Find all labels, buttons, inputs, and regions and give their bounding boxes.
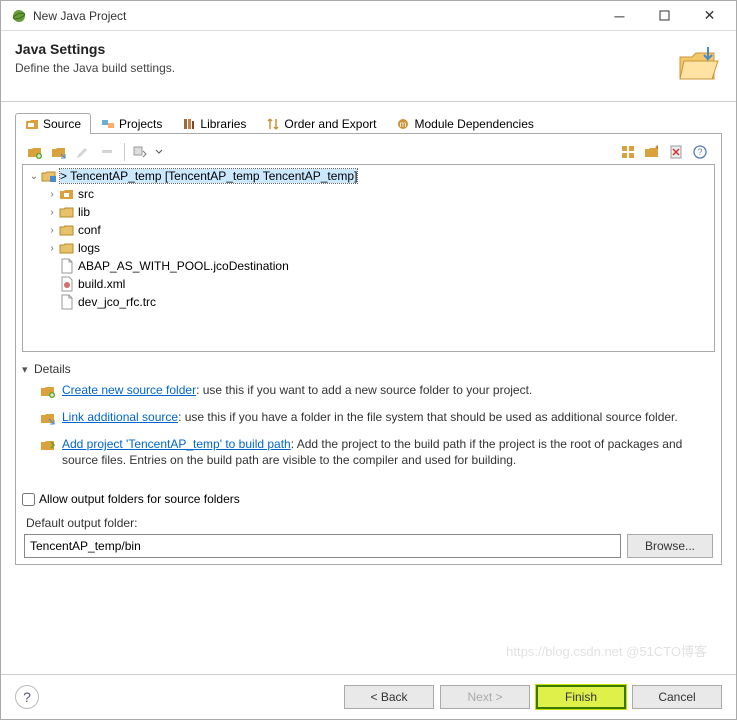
libraries-icon [182, 117, 196, 131]
detail-icon [40, 410, 56, 426]
default-output-input[interactable] [24, 534, 621, 558]
tree-item-label: build.xml [78, 277, 125, 291]
file-icon [59, 294, 75, 310]
tree-item-label: lib [78, 205, 90, 219]
chevron-down-icon: ▾ [22, 363, 34, 376]
tree-item-label: dev_jco_rfc.trc [78, 295, 156, 309]
tree-item[interactable]: › lib [27, 203, 710, 221]
detail-item: Add project 'TencentAP_temp' to build pa… [40, 436, 715, 468]
package-icon [59, 186, 75, 202]
help-icon[interactable]: ? [15, 685, 39, 709]
details-toggle[interactable]: ▾ Details [22, 362, 715, 376]
allow-output-folders-label[interactable]: Allow output folders for source folders [39, 492, 240, 506]
project-icon [41, 168, 57, 184]
expand-all-button[interactable] [617, 141, 639, 163]
page-subtitle: Define the Java build settings. [15, 61, 674, 75]
folder-icon [59, 204, 75, 220]
detail-icon [40, 437, 56, 453]
expand-icon[interactable]: › [45, 207, 59, 218]
tab-source[interactable]: Source [15, 113, 91, 134]
detail-item: Link additional source: use this if you … [40, 409, 715, 426]
tab-projects[interactable]: Projects [91, 113, 172, 134]
add-folder-button[interactable] [24, 141, 46, 163]
source-folder-icon [25, 117, 39, 131]
back-button[interactable]: < Back [344, 685, 434, 709]
browse-button[interactable]: Browse... [627, 534, 713, 558]
wizard-header: Java Settings Define the Java build sett… [1, 31, 736, 102]
tree-item-label: conf [78, 223, 101, 237]
help-button[interactable]: ? [689, 141, 711, 163]
expand-icon[interactable]: › [45, 225, 59, 236]
expand-icon[interactable]: › [45, 189, 59, 200]
titlebar: New Java Project ─ ✕ [1, 1, 736, 31]
remove-button[interactable] [96, 141, 118, 163]
tree-item[interactable]: ABAP_AS_WITH_POOL.jcoDestination [27, 257, 710, 275]
detail-link[interactable]: Create new source folder [62, 383, 196, 397]
collapse-icon[interactable]: ⌄ [27, 171, 41, 182]
tree-item-label: ABAP_AS_WITH_POOL.jcoDestination [78, 259, 289, 273]
dropdown-button[interactable] [153, 141, 165, 163]
folder-open-icon [674, 41, 722, 89]
tab-order-export[interactable]: Order and Export [256, 113, 386, 134]
clear-button[interactable] [665, 141, 687, 163]
edit-button[interactable] [72, 141, 94, 163]
maximize-button[interactable] [642, 2, 687, 30]
tab-libraries[interactable]: Libraries [172, 113, 256, 134]
tree-item-label: logs [78, 241, 100, 255]
order-export-icon [266, 117, 280, 131]
window-title: New Java Project [33, 9, 597, 23]
detail-link[interactable]: Link additional source [62, 410, 178, 424]
file-icon [59, 258, 75, 274]
link-source-button[interactable] [48, 141, 70, 163]
tree-root[interactable]: ⌄ > TencentAP_temp [TencentAP_temp Tence… [27, 167, 710, 185]
allow-output-folders-checkbox[interactable] [22, 493, 35, 506]
wizard-footer: ? < Back Next > Finish Cancel [1, 674, 736, 719]
toggle-button[interactable] [129, 141, 151, 163]
eclipse-icon [11, 8, 27, 24]
tree-item[interactable]: › conf [27, 221, 710, 239]
next-button: Next > [440, 685, 530, 709]
folder-icon [59, 222, 75, 238]
detail-icon [40, 383, 56, 399]
detail-text: : use this if you have a folder in the f… [178, 410, 678, 424]
page-title: Java Settings [15, 41, 674, 57]
module-icon: m [396, 117, 410, 131]
tree-item[interactable]: › logs [27, 239, 710, 257]
minimize-button[interactable]: ─ [597, 2, 642, 30]
source-tree[interactable]: ⌄ > TencentAP_temp [TencentAP_temp Tence… [22, 164, 715, 352]
folder-icon [59, 240, 75, 256]
detail-text: : use this if you want to add a new sour… [196, 383, 532, 397]
detail-item: Create new source folder: use this if yo… [40, 382, 715, 399]
tree-item[interactable]: dev_jco_rfc.trc [27, 293, 710, 311]
projects-icon [101, 117, 115, 131]
svg-text:m: m [400, 120, 407, 129]
source-toolbar: ? [22, 140, 715, 164]
details-section: ▾ Details Create new source folder: use … [22, 362, 715, 478]
collapse-all-button[interactable] [641, 141, 663, 163]
tree-item[interactable]: build.xml [27, 275, 710, 293]
default-output-label: Default output folder: [26, 516, 715, 530]
tab-module-dependencies[interactable]: m Module Dependencies [386, 113, 543, 134]
tabfolder: Source Projects Libraries Order and Expo… [15, 112, 722, 134]
expand-icon[interactable]: › [45, 243, 59, 254]
cancel-button[interactable]: Cancel [632, 685, 722, 709]
svg-text:?: ? [697, 147, 702, 157]
close-button[interactable]: ✕ [687, 2, 732, 30]
ant-icon [59, 276, 75, 292]
detail-link[interactable]: Add project 'TencentAP_temp' to build pa… [62, 437, 291, 451]
tree-item-label: src [78, 187, 94, 201]
finish-button[interactable]: Finish [536, 685, 626, 709]
tree-item[interactable]: › src [27, 185, 710, 203]
